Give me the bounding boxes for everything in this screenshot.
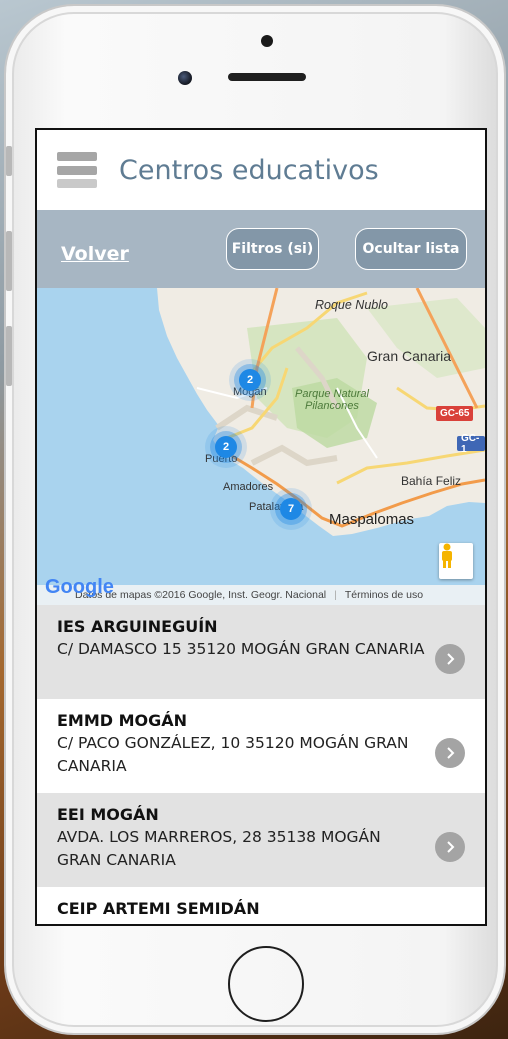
chevron-right-icon[interactable] bbox=[435, 738, 465, 768]
center-address: C/ PACO GONZÁLEZ, 10 35120 MOGÁN GRAN CA… bbox=[57, 734, 409, 775]
center-name: IES ARGUINEGUÍN bbox=[57, 617, 218, 636]
front-camera bbox=[178, 71, 192, 85]
center-address: C/ DAMASCO 15 35120 MOGÁN GRAN CANARIA bbox=[57, 640, 425, 658]
center-name: EEI MOGÁN bbox=[57, 805, 159, 824]
filters-button[interactable]: Filtros (si) bbox=[226, 228, 319, 270]
center-name: CEIP ARTEMI SEMIDÁN bbox=[57, 899, 260, 918]
map-label: Gran Canaria bbox=[367, 348, 452, 364]
earpiece-speaker bbox=[228, 73, 306, 81]
separator: | bbox=[334, 589, 337, 601]
chevron-right-icon[interactable] bbox=[435, 832, 465, 862]
hamburger-menu-icon[interactable] bbox=[57, 150, 97, 190]
menu-bar bbox=[57, 179, 97, 188]
hide-list-button[interactable]: Ocultar lista bbox=[355, 228, 467, 270]
google-logo: Google bbox=[45, 576, 114, 598]
map-cluster-marker[interactable]: 7 bbox=[280, 498, 302, 520]
menu-bar bbox=[57, 152, 97, 161]
app-screen: Centros educativos Volver Filtros (si) O… bbox=[35, 128, 487, 926]
road-shield: GC-65 bbox=[436, 406, 474, 421]
center-address: AVDA. LOS MARREROS, 28 35138 MOGÁN GRAN … bbox=[57, 828, 381, 869]
street-view-pegman-icon[interactable] bbox=[439, 543, 473, 579]
back-link[interactable]: Volver bbox=[61, 243, 129, 265]
map-label: Amadores bbox=[223, 481, 274, 493]
mute-switch bbox=[6, 146, 12, 176]
toolbar: Volver Filtros (si) Ocultar lista bbox=[37, 210, 485, 288]
list-item[interactable]: CEIP ARTEMI SEMIDÁN bbox=[37, 887, 485, 924]
list-item[interactable]: EEI MOGÁN AVDA. LOS MARREROS, 28 35138 M… bbox=[37, 793, 485, 887]
proximity-sensor bbox=[261, 35, 273, 47]
map-label: Pilancones bbox=[305, 400, 359, 412]
map-label: Roque Nublo bbox=[315, 298, 388, 312]
map-cluster-marker[interactable]: 2 bbox=[239, 369, 261, 391]
app-header: Centros educativos bbox=[37, 130, 485, 210]
center-name: EMMD MOGÁN bbox=[57, 711, 188, 730]
menu-bar bbox=[57, 165, 97, 175]
map-view[interactable]: Roque Nublo Gran Canaria Mogán Parque Na… bbox=[37, 288, 485, 605]
map-cluster-marker[interactable]: 2 bbox=[215, 436, 237, 458]
chevron-right-icon[interactable] bbox=[435, 644, 465, 674]
home-button[interactable] bbox=[228, 946, 304, 1022]
map-label: Bahía Feliz bbox=[401, 474, 462, 488]
map-label: Maspalomas bbox=[329, 511, 415, 528]
road-shield: GC-1 bbox=[457, 433, 485, 455]
terms-link[interactable]: Términos de uso bbox=[345, 589, 423, 601]
list-item[interactable]: EMMD MOGÁN C/ PACO GONZÁLEZ, 10 35120 MO… bbox=[37, 699, 485, 793]
map-label: Parque Natural bbox=[295, 388, 369, 400]
list-item[interactable]: IES ARGUINEGUÍN C/ DAMASCO 15 35120 MOGÁ… bbox=[37, 605, 485, 699]
volume-down-button bbox=[6, 326, 12, 386]
page-title: Centros educativos bbox=[119, 154, 379, 186]
pegman-icon bbox=[442, 543, 452, 568]
map-terrain bbox=[37, 288, 485, 605]
volume-up-button bbox=[6, 231, 12, 291]
